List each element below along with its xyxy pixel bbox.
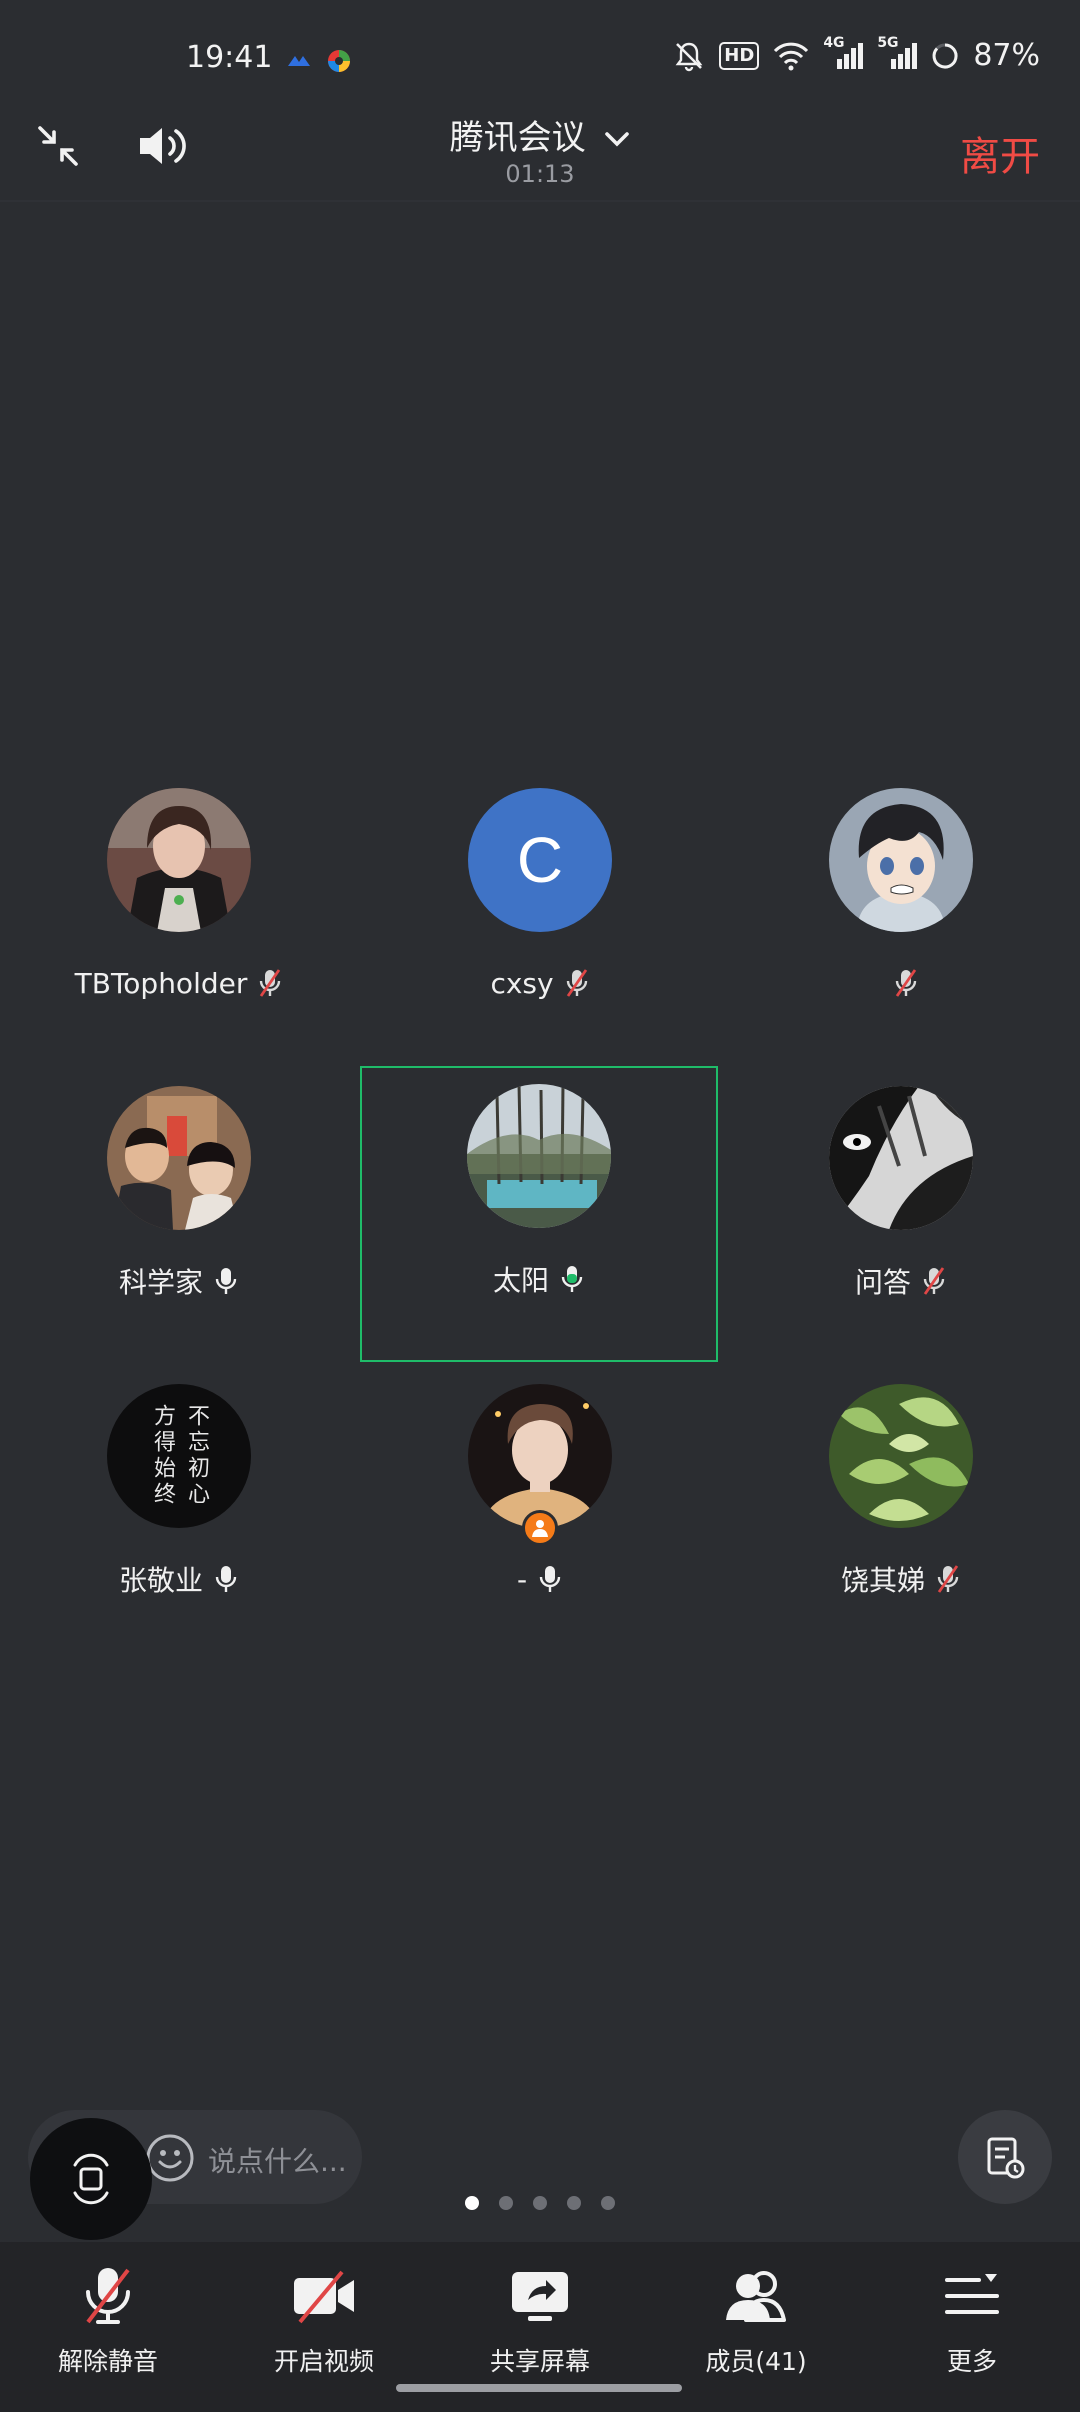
participant-tile[interactable]: TBTopholder	[0, 770, 358, 1066]
participant-tile[interactable]: 科学家	[0, 1068, 358, 1364]
more-icon	[945, 2274, 999, 2314]
toolbar-label: 共享屏幕	[489, 2347, 590, 2376]
participant-name: 科学家	[118, 1266, 203, 1299]
hd-badge: HD	[719, 41, 760, 70]
participant-name-row: 张敬业	[118, 1562, 239, 1597]
participant-name-row: -	[517, 1562, 563, 1596]
mic-icon	[215, 1268, 237, 1294]
meeting-timer: 01:13	[505, 160, 575, 188]
mic-off-icon	[86, 2268, 130, 2324]
participant-tile[interactable]: C cxsy	[361, 770, 719, 1066]
share-screen-icon	[512, 2272, 568, 2321]
home-indicator[interactable]	[396, 2384, 682, 2392]
mic-muted-icon	[923, 1267, 945, 1295]
meeting-title-text: 腾讯会议	[449, 118, 586, 158]
mic-icon	[215, 1566, 237, 1592]
avatar-letter: C	[516, 824, 564, 896]
toolbar-label: 成员(41)	[705, 2347, 807, 2376]
participant-name-row: 科学家	[118, 1264, 239, 1299]
signal-5g-icon: 5G	[877, 35, 918, 71]
mic-muted-icon	[260, 969, 281, 997]
toolbar-label: 解除静音	[57, 2347, 158, 2376]
participant-name: -	[516, 1562, 528, 1596]
avatar: 不忘初心 方得始终	[107, 1384, 251, 1528]
avatar	[829, 788, 973, 932]
participant-name: TBTopholder	[74, 966, 248, 1000]
avatar	[829, 1086, 973, 1230]
participant-name-row	[883, 966, 919, 1000]
participant-name: cxsy	[490, 966, 554, 1000]
page-indicator[interactable]	[0, 2196, 1080, 2210]
leave-button[interactable]: 离开	[960, 124, 1040, 182]
avatar	[107, 788, 251, 932]
participant-name: 太阳	[492, 1264, 549, 1297]
calligraphy-avatar-text: 不忘初心 方得始终	[150, 1404, 209, 1508]
mic-icon	[539, 1566, 561, 1592]
participant-name: 问答	[854, 1266, 911, 1299]
participant-name: 饶其娣	[840, 1564, 925, 1597]
host-person-icon	[532, 1520, 548, 1537]
signal-4g-icon: 4G	[823, 35, 864, 71]
meeting-notes-button[interactable]	[958, 2110, 1052, 2204]
unmute-button[interactable]: 解除静音	[0, 2264, 216, 2378]
avatar	[468, 1384, 612, 1546]
share-screen-button[interactable]: 共享屏幕	[432, 2264, 648, 2378]
participant-tile-speaking[interactable]: 太阳	[360, 1066, 718, 1362]
participant-name-row: cxsy	[490, 966, 589, 1000]
host-badge	[522, 1510, 558, 1546]
more-button[interactable]: 更多	[864, 2264, 1080, 2378]
avatar	[107, 1086, 251, 1230]
mic-muted-icon	[937, 1565, 959, 1593]
participant-tile[interactable]	[722, 770, 1080, 1066]
status-time: 19:41	[186, 40, 273, 75]
participant-tile[interactable]: 不忘初心 方得始终 张敬业	[0, 1366, 358, 1662]
meeting-title[interactable]: 腾讯会议	[0, 110, 1080, 159]
participant-name-row: TBTopholder	[75, 966, 284, 1000]
page-dot[interactable]	[499, 2196, 513, 2210]
start-video-button[interactable]: 开启视频	[216, 2264, 432, 2378]
members-button[interactable]: 成员(41)	[648, 2264, 864, 2378]
mic-speaking-icon	[561, 1266, 583, 1292]
chat-placeholder: 说点什么...	[208, 2145, 347, 2178]
participant-tile[interactable]: 问答	[722, 1068, 1080, 1364]
participant-tile[interactable]: 饶其娣	[722, 1366, 1080, 1662]
toolbar-label: 更多	[946, 2347, 997, 2376]
page-dot[interactable]	[567, 2196, 581, 2210]
participant-name-row: 太阳	[492, 1262, 585, 1297]
avatar	[467, 1083, 611, 1228]
rotate-screen-button[interactable]	[30, 2118, 152, 2240]
mic-muted-icon	[895, 969, 917, 997]
app-notification-icon	[288, 56, 310, 66]
page-dot[interactable]	[533, 2196, 547, 2210]
mic-muted-icon	[566, 969, 587, 997]
participant-name: 张敬业	[118, 1564, 203, 1597]
participant-name-row: 问答	[854, 1264, 947, 1299]
avatar: C	[468, 788, 612, 932]
notes-icon	[987, 2137, 1025, 2179]
battery-percent: 87%	[973, 38, 1040, 73]
participant-tile-host[interactable]: -	[361, 1366, 719, 1662]
toolbar-label: 开启视频	[273, 2347, 374, 2376]
page-dot-active[interactable]	[465, 2196, 479, 2210]
members-icon	[726, 2271, 786, 2322]
battery-ring-icon	[932, 42, 958, 68]
status-bar: 19:41 HD 4G 5G 87%	[0, 0, 1080, 124]
page-dot[interactable]	[601, 2196, 615, 2210]
video-off-icon	[294, 2270, 354, 2324]
bell-off-icon	[675, 42, 703, 71]
status-icons: HD 4G 5G 87%	[673, 35, 1040, 73]
chevron-down-icon	[605, 131, 630, 147]
avatar	[829, 1384, 973, 1528]
wifi-icon	[774, 42, 809, 70]
participant-name-row: 饶其娣	[840, 1562, 961, 1597]
app-notification-icon	[328, 50, 350, 72]
